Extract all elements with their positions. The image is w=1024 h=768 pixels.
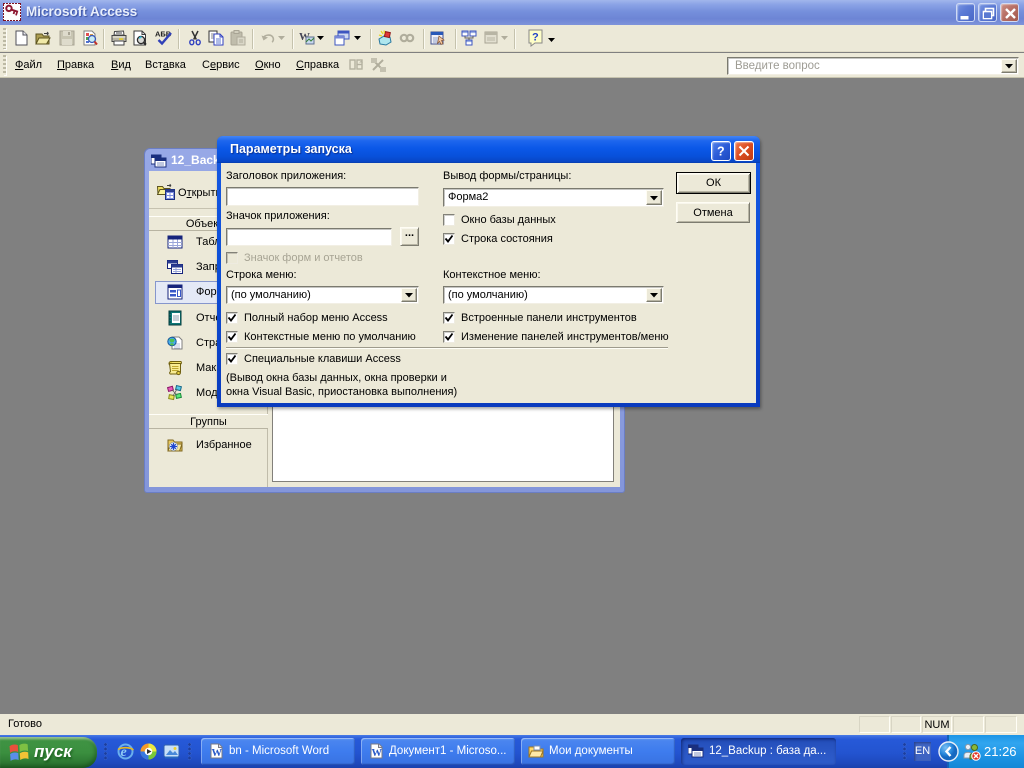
- svg-text:W: W: [212, 748, 223, 759]
- svg-text:?: ?: [717, 145, 725, 159]
- svg-text:?: ?: [532, 32, 539, 44]
- svg-text:W: W: [372, 748, 383, 759]
